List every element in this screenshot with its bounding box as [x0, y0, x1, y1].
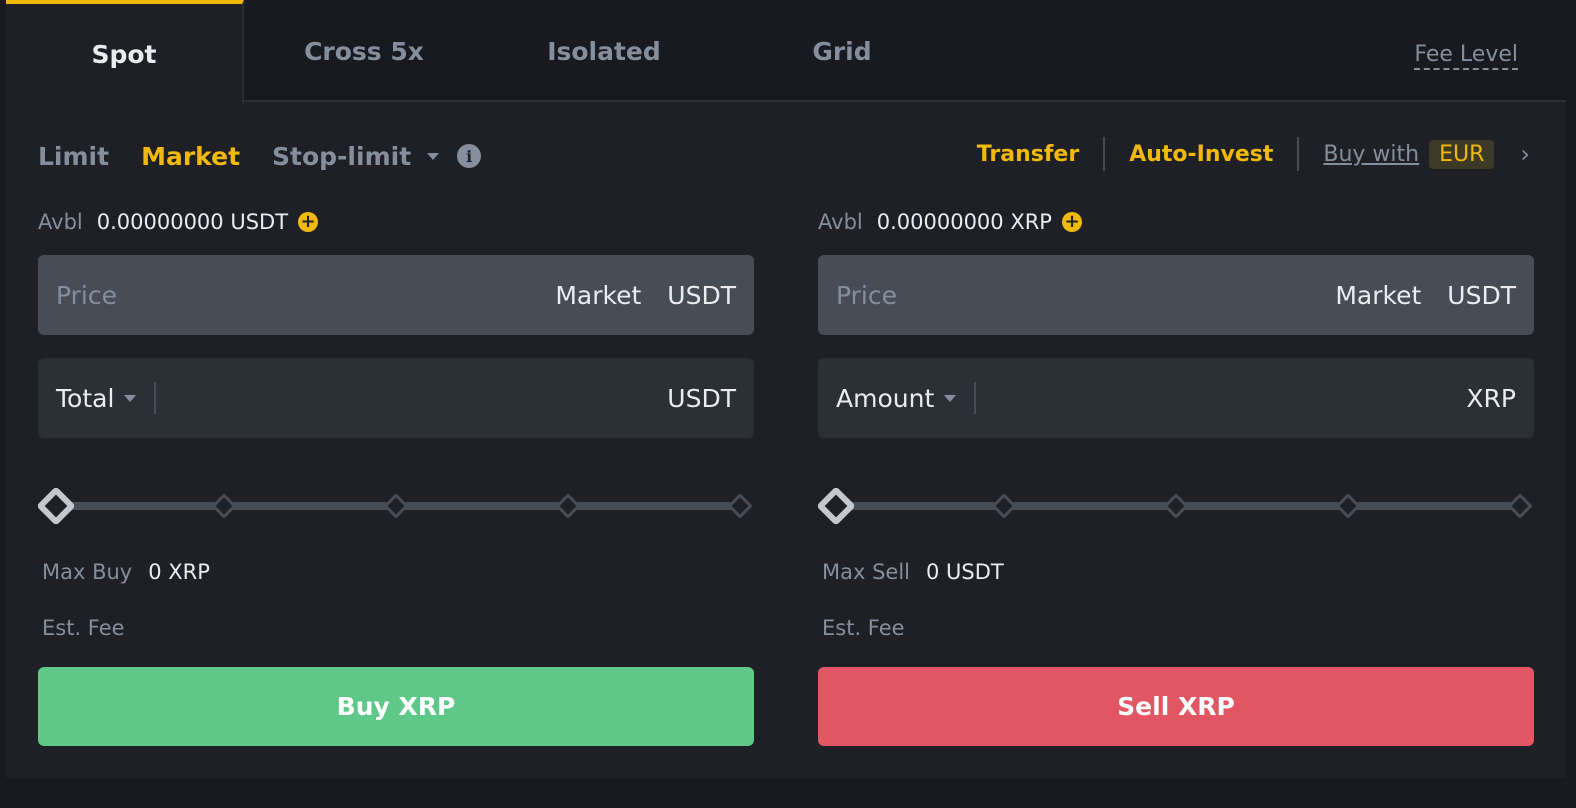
divider	[1103, 137, 1106, 171]
max-buy-row: Max Buy 0 XRP	[42, 560, 210, 584]
est-fee-row: Est. Fee	[822, 616, 921, 640]
max-sell-label: Max Sell	[822, 560, 911, 584]
caret-down-icon	[944, 394, 957, 402]
slider-tick-25[interactable]	[991, 493, 1017, 519]
price-mode: Market	[1335, 280, 1422, 310]
currency-badge[interactable]: EUR	[1429, 139, 1495, 169]
price-placeholder: Price	[836, 280, 897, 310]
slider-tick-50[interactable]	[1163, 493, 1189, 519]
avbl-value: 0.00000000 USDT	[96, 210, 289, 234]
buy-button[interactable]: Buy XRP	[38, 667, 754, 746]
amount-input[interactable]	[976, 358, 1467, 438]
slider-tick-75[interactable]	[555, 493, 581, 519]
order-type-selector: Limit Market Stop-limit i	[38, 136, 482, 176]
max-buy-value: 0 XRP	[148, 560, 210, 584]
plus-circle-icon[interactable]: +	[1061, 212, 1082, 232]
total-field: Total USDT	[38, 358, 754, 438]
total-input[interactable]	[156, 358, 668, 438]
transfer-link[interactable]: Transfer	[977, 142, 1079, 167]
avbl-value: 0.00000000 XRP	[876, 210, 1052, 234]
quick-links: Transfer Auto-Invest Buy with EUR ›	[977, 134, 1530, 174]
slider-tick-75[interactable]	[1335, 493, 1361, 519]
max-buy-label: Max Buy	[42, 560, 133, 584]
trade-mode-tabs: Spot Cross 5x Isolated Grid Fee Level	[6, 0, 1566, 104]
order-type-stop-limit[interactable]: Stop-limit	[272, 141, 440, 171]
amount-type-dropdown[interactable]: Amount	[836, 383, 957, 413]
slider-tick-25[interactable]	[211, 493, 237, 519]
est-fee-row: Est. Fee	[42, 616, 141, 640]
fee-level-link[interactable]: Fee Level	[1414, 42, 1518, 70]
avbl-label: Avbl	[818, 210, 863, 234]
max-sell-row: Max Sell 0 USDT	[822, 560, 1004, 584]
caret-down-icon	[124, 394, 137, 402]
slider-tick-100[interactable]	[1507, 493, 1533, 519]
order-type-limit[interactable]: Limit	[38, 142, 109, 171]
price-unit: USDT	[667, 280, 736, 310]
stop-limit-label: Stop-limit	[272, 141, 412, 171]
amount-type-label: Amount	[836, 383, 935, 413]
slider-handle[interactable]	[816, 486, 856, 526]
est-fee-label: Est. Fee	[42, 616, 125, 640]
amount-field: Amount XRP	[818, 358, 1534, 438]
slider-tick-100[interactable]	[727, 493, 753, 519]
tab-spot[interactable]: Spot	[6, 0, 244, 104]
auto-invest-link[interactable]: Auto-Invest	[1129, 142, 1273, 167]
tab-isolated[interactable]: Isolated	[484, 0, 724, 102]
tab-grid[interactable]: Grid	[724, 0, 960, 102]
total-unit: USDT	[667, 383, 736, 413]
available-balance: Avbl 0.00000000 XRP +	[818, 210, 1082, 234]
price-field[interactable]: Price Market USDT	[818, 255, 1534, 335]
price-unit: USDT	[1447, 280, 1516, 310]
slider-tick-50[interactable]	[383, 493, 409, 519]
order-type-market[interactable]: Market	[141, 142, 240, 171]
max-sell-value: 0 USDT	[926, 560, 1004, 584]
slider-handle[interactable]	[36, 486, 76, 526]
trade-panel: Spot Cross 5x Isolated Grid Fee Level Li…	[6, 0, 1566, 778]
total-type-label: Total	[56, 383, 115, 413]
avbl-label: Avbl	[38, 210, 83, 234]
price-placeholder: Price	[56, 280, 117, 310]
chevron-right-icon[interactable]: ›	[1520, 140, 1530, 168]
amount-unit: XRP	[1466, 383, 1516, 413]
price-mode: Market	[555, 280, 642, 310]
available-balance: Avbl 0.00000000 USDT +	[38, 210, 319, 234]
total-type-dropdown[interactable]: Total	[56, 383, 137, 413]
plus-circle-icon[interactable]: +	[298, 212, 319, 232]
est-fee-label: Est. Fee	[822, 616, 905, 640]
sell-button[interactable]: Sell XRP	[818, 667, 1534, 746]
divider	[1297, 137, 1300, 171]
buy-with-link[interactable]: Buy with	[1323, 142, 1419, 167]
price-field[interactable]: Price Market USDT	[38, 255, 754, 335]
tab-cross-5x[interactable]: Cross 5x	[244, 0, 484, 102]
caret-down-icon	[427, 152, 440, 160]
info-icon[interactable]: i	[457, 144, 482, 168]
